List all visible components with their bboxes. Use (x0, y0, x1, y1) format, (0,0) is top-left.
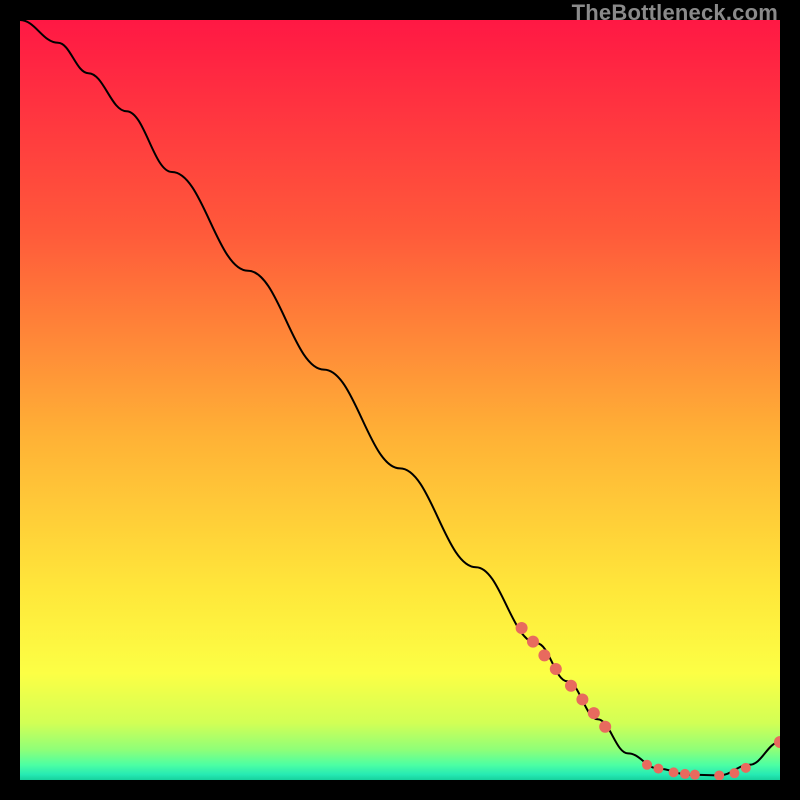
chart-root: TheBottleneck.com (0, 0, 800, 800)
heatmap-gradient (20, 20, 780, 780)
plot-area (20, 20, 780, 780)
